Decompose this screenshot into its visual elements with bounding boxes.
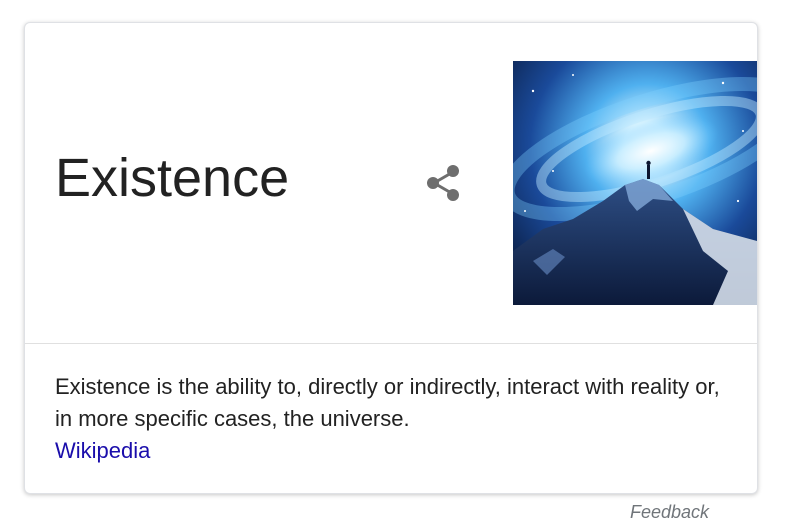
galaxy-mountain-image bbox=[513, 61, 757, 305]
knowledge-panel-card: Existence Existence is the ability to, d… bbox=[24, 22, 758, 494]
share-button[interactable] bbox=[421, 159, 469, 207]
panel-header: Existence bbox=[25, 23, 757, 343]
panel-title: Existence bbox=[55, 148, 290, 208]
source-link[interactable]: Wikipedia bbox=[55, 438, 150, 463]
panel-divider bbox=[25, 343, 757, 344]
feedback-link[interactable]: Feedback bbox=[630, 500, 709, 524]
description-text: Existence is the ability to, directly or… bbox=[55, 374, 720, 431]
panel-description: Existence is the ability to, directly or… bbox=[55, 371, 725, 467]
share-icon bbox=[427, 165, 459, 201]
panel-image[interactable] bbox=[513, 61, 757, 305]
